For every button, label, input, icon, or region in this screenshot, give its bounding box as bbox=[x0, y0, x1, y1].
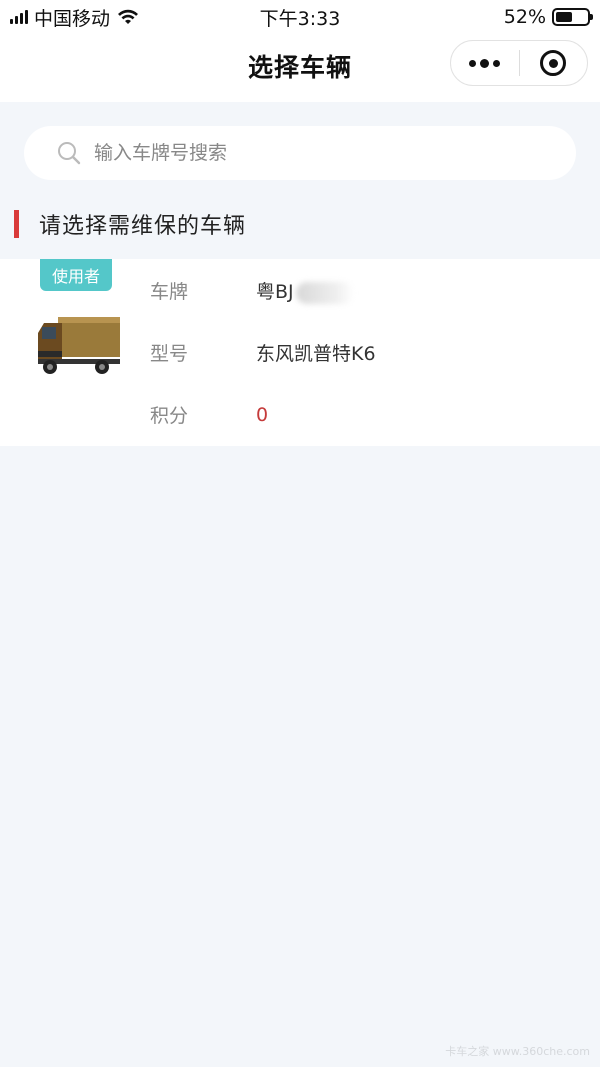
battery-icon bbox=[552, 8, 593, 26]
section-heading: 请选择需维保的车辆 bbox=[14, 208, 246, 240]
model-value: 东风凯普特K6 bbox=[256, 343, 376, 365]
more-dots-icon bbox=[493, 59, 501, 67]
more-menu-button[interactable] bbox=[451, 41, 519, 85]
signal-icon bbox=[10, 10, 28, 24]
points-label: 积分 bbox=[150, 405, 189, 427]
vehicle-card[interactable]: 使用者 车牌 粤BJ 型号 东风凯普特K6 积分 0 bbox=[0, 259, 600, 446]
truck-image bbox=[38, 317, 120, 374]
wifi-icon bbox=[118, 9, 139, 24]
search-input[interactable] bbox=[94, 142, 494, 164]
carrier-label: 中国移动 bbox=[34, 7, 111, 30]
plate-label: 车牌 bbox=[150, 281, 189, 303]
mini-program-capsule bbox=[450, 40, 588, 86]
status-left: 中国移动 bbox=[10, 4, 140, 31]
section-title: 请选择需维保的车辆 bbox=[39, 214, 247, 239]
redacted-blur bbox=[295, 281, 354, 304]
plate-value: 粤BJ bbox=[256, 277, 354, 304]
more-dots-icon bbox=[480, 58, 490, 68]
points-row: 积分 0 bbox=[150, 401, 268, 428]
model-label: 型号 bbox=[150, 343, 189, 365]
nav-bar: 选择车辆 bbox=[0, 34, 600, 102]
watermark: 卡车之家 www.360che.com bbox=[445, 1045, 590, 1058]
status-right: 52% bbox=[503, 6, 593, 28]
target-icon bbox=[540, 50, 567, 76]
user-badge: 使用者 bbox=[40, 259, 112, 291]
more-dots-icon bbox=[469, 59, 477, 67]
search-box[interactable] bbox=[24, 126, 576, 180]
model-row: 型号 东风凯普特K6 bbox=[150, 339, 376, 366]
status-bar: 中国移动 下午3:33 52% bbox=[0, 0, 600, 34]
points-value: 0 bbox=[256, 403, 269, 426]
battery-percent: 52% bbox=[503, 6, 546, 28]
section-accent-bar bbox=[14, 210, 19, 238]
close-mini-program-button[interactable] bbox=[520, 41, 588, 85]
plate-row: 车牌 粤BJ bbox=[150, 277, 354, 304]
search-icon bbox=[58, 142, 81, 165]
